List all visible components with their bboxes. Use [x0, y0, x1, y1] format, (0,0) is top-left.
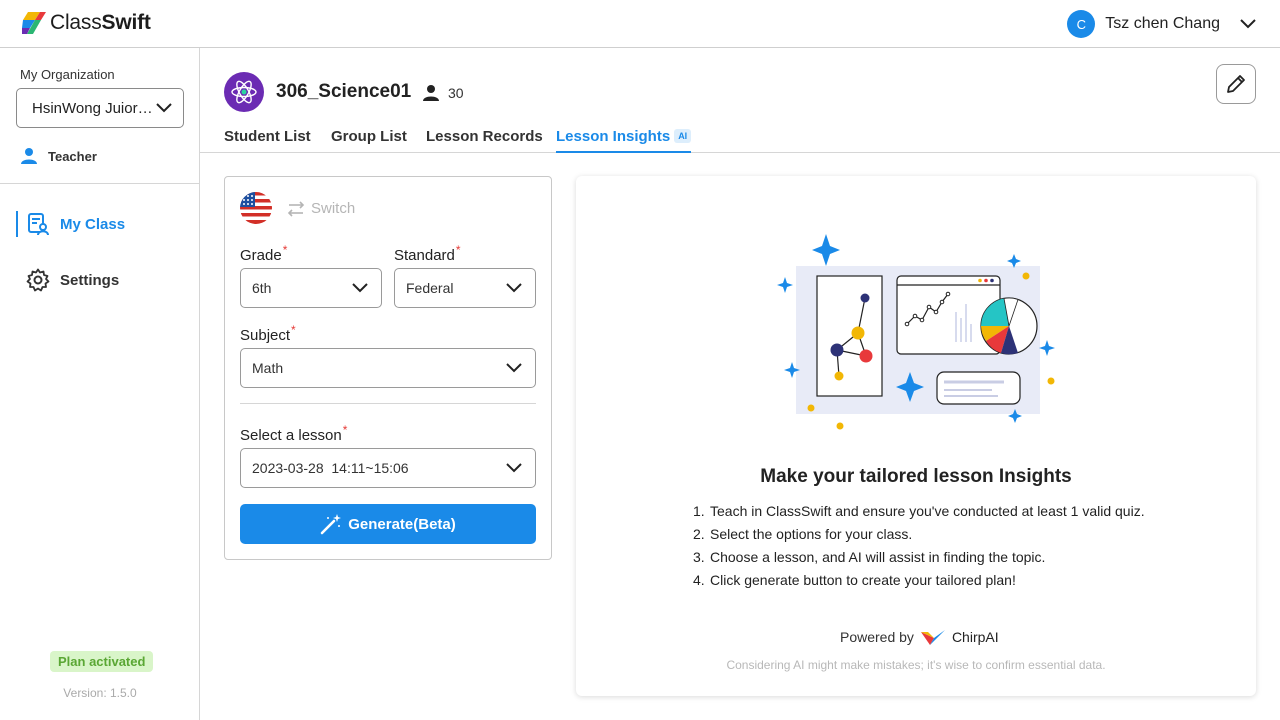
standard-select[interactable]: Federal	[394, 268, 536, 308]
org-label: My Organization	[20, 67, 115, 82]
role-indicator: Teacher	[20, 147, 97, 165]
class-icon	[28, 213, 49, 236]
list-item: 1. Teach in ClassSwift and ensure you've …	[693, 503, 1145, 519]
chirpai-logo-icon	[920, 630, 945, 645]
tab-label: Lesson Insights	[556, 128, 671, 145]
ai-disclaimer: Considering AI might make mistakes; it's…	[726, 658, 1106, 672]
class-title: 306_Science01	[276, 81, 412, 102]
sidebar-item-label: Settings	[60, 271, 120, 289]
list-item: 2. Select the options for your class.	[693, 526, 913, 542]
insights-steps: 1. Teach in ClassSwift and ensure you've …	[693, 502, 1145, 594]
classswift-logo-icon	[22, 12, 46, 34]
plan-status-badge: Plan activated	[50, 651, 154, 672]
subject-label: Subject*	[240, 323, 296, 344]
switch-label: Switch	[311, 200, 356, 217]
chevron-down-icon	[352, 283, 368, 293]
chevron-down-icon[interactable]	[1238, 14, 1258, 34]
switch-region-button[interactable]: Switch	[287, 200, 355, 217]
class-avatar	[224, 72, 264, 112]
chevron-down-icon	[506, 363, 522, 373]
subject-select-value: Math	[252, 360, 284, 376]
pencil-icon	[1227, 75, 1245, 93]
insights-illustration	[777, 234, 1055, 430]
tab-student-list[interactable]: Student List	[224, 128, 311, 153]
version-text: Version: 1.5.0	[63, 686, 137, 700]
magic-wand-icon	[320, 514, 342, 535]
member-count-value: 30	[448, 85, 464, 101]
user-menu[interactable]: C Tsz chen Chang	[1067, 10, 1258, 38]
insights-title: Make your tailored lesson Insights	[760, 466, 1072, 487]
us-flag-icon[interactable]	[240, 192, 272, 224]
atom-icon	[231, 80, 257, 104]
form-divider	[240, 403, 536, 404]
subject-select[interactable]: Math	[240, 348, 536, 388]
sidebar-item-settings[interactable]: Settings	[16, 267, 119, 293]
avatar: C	[1067, 10, 1096, 38]
lesson-label: Select a lesson*	[240, 423, 348, 444]
top-bar: ClassSwift C Tsz chen Chang	[0, 0, 1280, 48]
member-count: 30	[422, 84, 464, 102]
list-item: 4. Click generate button to create your t…	[693, 572, 1016, 588]
edit-class-button[interactable]	[1216, 64, 1256, 104]
chevron-down-icon	[156, 103, 172, 113]
class-tabs: Student List Group List Lesson Records L…	[200, 124, 1280, 153]
grade-select-value: 6th	[252, 280, 272, 296]
sidebar-item-my-class[interactable]: My Class	[16, 211, 125, 237]
grade-select[interactable]: 6th	[240, 268, 382, 308]
role-label: Teacher	[48, 148, 97, 164]
gear-icon	[26, 268, 50, 292]
powered-by-brand: ChirpAI	[951, 629, 999, 645]
insights-intro-card: Make your tailored lesson Insights 1. Tea…	[576, 176, 1256, 696]
chevron-down-icon	[506, 283, 522, 293]
lesson-options-panel: Switch Grade* 6th Standard* Federal Subj…	[224, 176, 552, 560]
logo-text: ClassSwift	[50, 11, 151, 34]
ai-badge: AI	[674, 129, 692, 143]
standard-select-value: Federal	[406, 280, 454, 296]
org-select-value: HsinWong Juior High...	[32, 99, 154, 117]
person-icon	[21, 148, 37, 164]
powered-by: Powered by ChirpAI	[840, 628, 999, 646]
sidebar-divider	[0, 183, 199, 184]
lesson-select-value: 2023-03-28 14:11~15:06	[252, 460, 409, 476]
person-icon	[423, 85, 439, 101]
grade-label: Grade*	[240, 243, 288, 264]
standard-label: Standard*	[394, 243, 461, 264]
tab-group-list[interactable]: Group List	[331, 128, 407, 153]
user-name: Tsz chen Chang	[1105, 15, 1220, 32]
lesson-select[interactable]: 2023-03-28 14:11~15:06	[240, 448, 536, 488]
sidebar-item-label: My Class	[60, 215, 126, 233]
org-select[interactable]: HsinWong Juior High...	[16, 88, 184, 128]
chevron-down-icon	[506, 463, 522, 473]
sidebar: My Organization HsinWong Juior High... T…	[0, 48, 200, 720]
generate-button-label: Generate(Beta)	[348, 515, 456, 533]
classswift-logo[interactable]: ClassSwift	[22, 11, 151, 35]
swap-icon	[287, 200, 305, 217]
tab-lesson-insights[interactable]: Lesson Insights AI	[556, 128, 692, 153]
tab-lesson-records[interactable]: Lesson Records	[426, 128, 543, 153]
generate-button[interactable]: Generate(Beta)	[240, 504, 536, 544]
list-item: 3. Choose a lesson, and AI will assist in…	[693, 549, 1046, 565]
powered-by-label: Powered by	[840, 629, 914, 645]
